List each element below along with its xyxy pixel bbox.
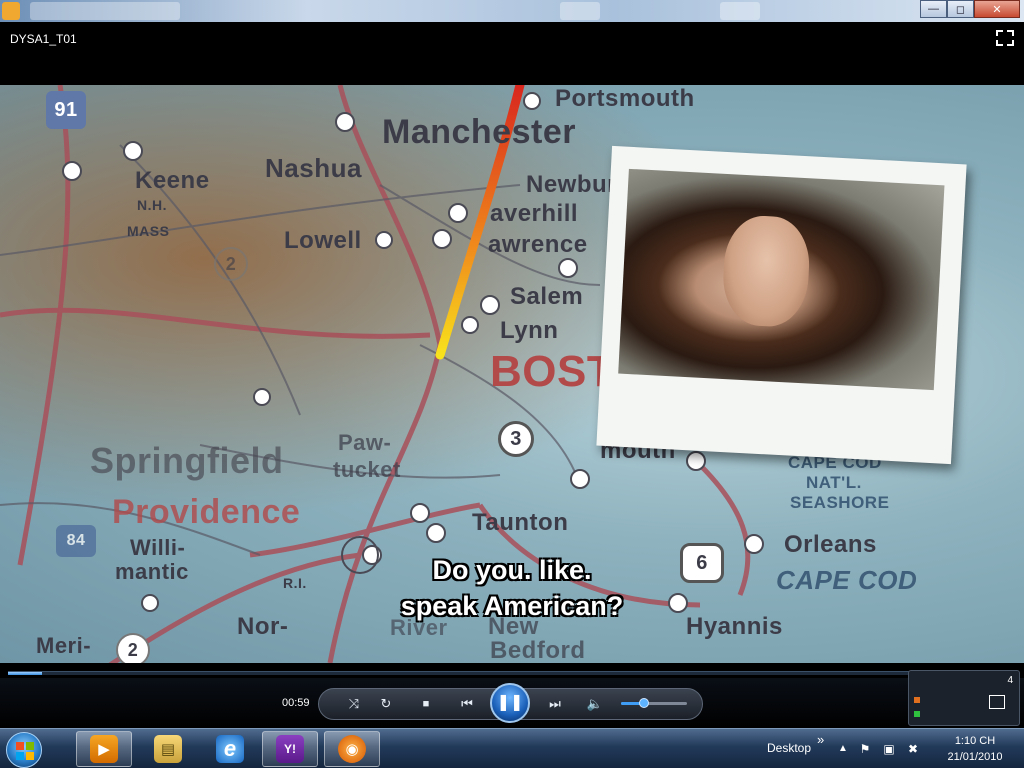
clock-time: 1:10 CH (954, 735, 996, 747)
route-2-shield: 2 (214, 247, 248, 281)
route-3-shield: 3 (498, 421, 534, 457)
mute-button[interactable]: 🔈 (585, 696, 605, 712)
polaroid-photo (596, 145, 967, 465)
map-label-nh: N.H. (137, 197, 167, 213)
map-label-portsmouth: Portsmouth (555, 85, 695, 112)
map-label-meriden: Meri- (36, 633, 92, 658)
map-label-lynn: Lynn (500, 317, 559, 344)
taskbar-internet-explorer[interactable]: e (202, 731, 258, 767)
mini-player-panel: 4 (908, 670, 1020, 726)
show-hidden-icons-icon[interactable]: ▲ (836, 742, 850, 756)
window-controls: — ◻ ✕ (920, 0, 1020, 18)
next-button[interactable]: ⏭ (540, 696, 570, 712)
internet-explorer-icon: e (216, 735, 244, 763)
taskbar: ▶ ▤ e Y! ◉ Desktop » ▲ ⚑ ▣ ✖ 1:10 CH 21/… (0, 728, 1024, 768)
taskbar-firefox[interactable]: ◉ (324, 731, 380, 767)
map-label-pawtucket: tucket (333, 457, 401, 482)
maximize-button[interactable]: ◻ (947, 0, 974, 18)
map-label-lawrence: awrence (488, 231, 588, 258)
elapsed-time: 00:59 (282, 697, 310, 709)
map-label-providence: Providence (112, 493, 301, 531)
media-player-window: DYSA1_T01 Portsmouth Manchester Nashua K… (0, 22, 1024, 728)
app-title-icon (2, 2, 20, 20)
repeat-icon[interactable]: ↻ (376, 696, 396, 712)
seek-progress (8, 672, 43, 675)
subtitle-line: Do you. like. (432, 555, 592, 585)
firefox-icon: ◉ (338, 735, 366, 763)
media-player-icon: ▶ (90, 735, 118, 763)
yahoo-messenger-icon: Y! (276, 735, 304, 763)
status-dot (914, 711, 920, 717)
playback-controls: 00:59 ⤨ ↻ ■ ⏮ ❚❚ ⏭ 🔈 (0, 678, 1024, 728)
close-button[interactable]: ✕ (974, 0, 1020, 18)
action-center-flag-icon[interactable]: ⚑ (858, 742, 872, 756)
stop-button[interactable]: ■ (416, 696, 436, 712)
desktop-title-strip: — ◻ ✕ (0, 0, 1024, 22)
map-label-seashore: SEASHORE (790, 493, 890, 512)
map-label-manchester: Manchester (382, 113, 576, 151)
toolbar-chevron-icon[interactable]: » (817, 732, 824, 747)
map-label-seashore: NAT'L. (806, 473, 862, 492)
map-label-pawtucket: Paw- (338, 430, 392, 455)
blurred-title-tab (720, 2, 760, 20)
expand-icon[interactable] (989, 695, 1005, 709)
start-button[interactable] (6, 732, 42, 768)
face-shape (720, 214, 812, 329)
route-2-shield: 2 (116, 633, 150, 663)
minimize-button[interactable]: — (920, 0, 947, 18)
volume-muted-icon[interactable]: ✖ (906, 742, 920, 756)
status-dot (914, 697, 920, 703)
windows-logo-icon (16, 742, 34, 760)
mini-count-badge: 4 (1007, 675, 1013, 686)
route-91-shield: 91 (46, 91, 86, 129)
subtitle-line: speak American? (400, 591, 624, 621)
shuffle-icon[interactable]: ⤨ (344, 696, 364, 712)
map-label-keene: Keene (135, 167, 210, 194)
map-label-nashua: Nashua (265, 153, 362, 183)
taskbar-yahoo-messenger[interactable]: Y! (262, 731, 318, 767)
route-84-shield: 84 (56, 525, 96, 557)
media-title: DYSA1_T01 (10, 32, 77, 46)
video-frame[interactable]: Portsmouth Manchester Nashua Keene N.H. … (0, 85, 1024, 663)
map-label-newbur: Newbur (526, 171, 618, 198)
portrait-photo (618, 168, 945, 391)
map-label-lowell: Lowell (284, 227, 362, 254)
switch-view-icon[interactable] (996, 30, 1014, 46)
map-label-springfield: Springfield (90, 440, 284, 481)
blurred-title-tab (30, 2, 180, 20)
seek-bar[interactable] (8, 671, 1016, 675)
taskbar-explorer[interactable]: ▤ (140, 731, 196, 767)
taskbar-media-player[interactable]: ▶ (76, 731, 132, 767)
previous-button[interactable]: ⏮ (452, 696, 482, 712)
map-label-salem: Salem (510, 283, 584, 310)
network-icon[interactable]: ▣ (882, 742, 896, 756)
blurred-title-tab (560, 2, 600, 20)
map-label-taunton: Taunton (472, 509, 569, 536)
map-label-mass: MASS (127, 223, 170, 239)
map-label-haverhill: averhill (490, 200, 579, 227)
pause-button[interactable]: ❚❚ (490, 683, 530, 723)
folder-icon: ▤ (154, 735, 182, 763)
clock-date: 21/01/2010 (947, 751, 1003, 763)
system-clock[interactable]: 1:10 CH 21/01/2010 (930, 733, 1020, 765)
desktop-toolbar-label[interactable]: Desktop (767, 741, 811, 755)
map-label-new-bedford: Bedford (490, 637, 586, 663)
